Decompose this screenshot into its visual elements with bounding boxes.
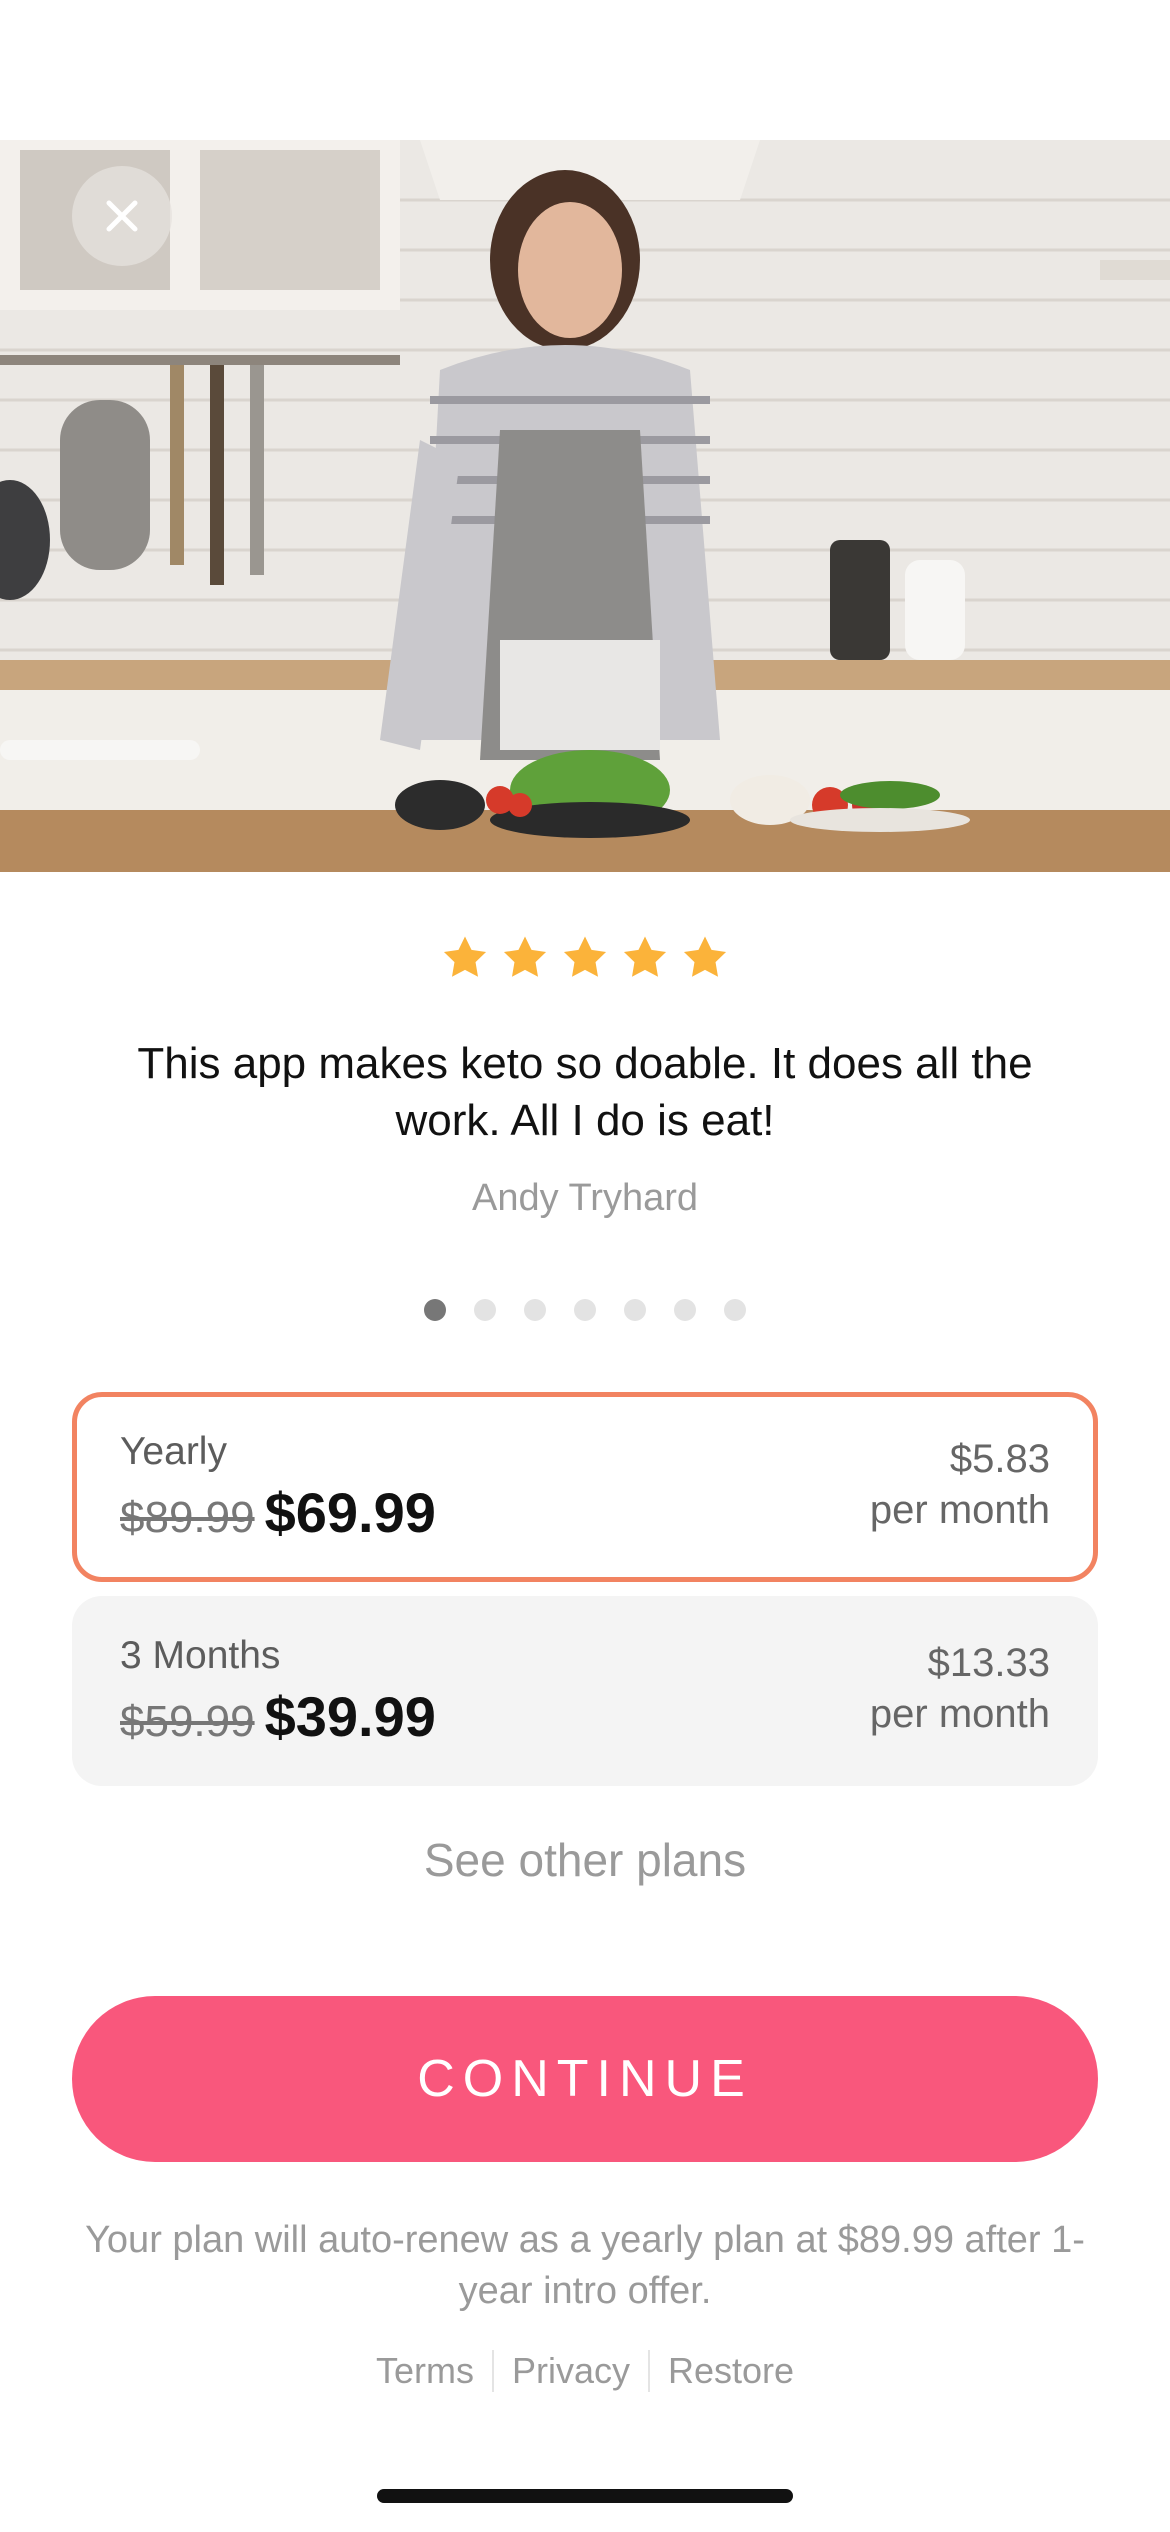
plan-price: $39.99 [264, 1685, 436, 1748]
hero-image [0, 140, 1170, 872]
plan-per-month-price: $5.83 [949, 1437, 1050, 1481]
close-button[interactable] [72, 166, 172, 266]
review-quote: This app makes keto so doable. It does a… [137, 1039, 1033, 1145]
star-icon [682, 935, 728, 979]
continue-button[interactable]: CONTINUE [72, 1996, 1098, 2162]
plan-option-3-months[interactable]: 3 Months $59.99 $39.99 $13.33 per month [72, 1596, 1098, 1786]
page-dot[interactable] [524, 1299, 546, 1321]
plan-name: 3 Months [120, 1634, 281, 1677]
page-dot[interactable] [624, 1299, 646, 1321]
rating-stars [0, 935, 1170, 979]
see-other-plans-link[interactable]: See other plans [0, 1833, 1170, 1887]
page-indicator [0, 1299, 1170, 1321]
page-dot[interactable] [724, 1299, 746, 1321]
footer-links: Terms Privacy Restore [0, 2350, 1170, 2392]
plan-prices: $89.99 $69.99 [120, 1480, 436, 1545]
plan-per-month-label: per month [869, 1488, 1050, 1532]
page-dot[interactable] [574, 1299, 596, 1321]
home-indicator [377, 2489, 793, 2503]
star-icon [502, 935, 548, 979]
plan-old-price: $59.99 [120, 1697, 255, 1746]
review-author: Andy Tryhard [472, 1177, 698, 1219]
plan-name: Yearly [120, 1430, 227, 1473]
star-icon [562, 935, 608, 979]
page-dot[interactable] [674, 1299, 696, 1321]
restore-link[interactable]: Restore [650, 2350, 812, 2392]
close-icon [106, 200, 138, 232]
page-dot[interactable] [424, 1299, 446, 1321]
plan-option-yearly[interactable]: Yearly $89.99 $69.99 $5.83 per month [72, 1392, 1098, 1582]
plan-per-month: $5.83 per month [870, 1434, 1050, 1536]
plan-prices: $59.99 $39.99 [120, 1684, 436, 1749]
plan-old-price: $89.99 [120, 1493, 255, 1542]
star-icon [622, 935, 668, 979]
plan-per-month-price: $13.33 [927, 1641, 1050, 1685]
terms-link[interactable]: Terms [358, 2350, 492, 2392]
privacy-link[interactable]: Privacy [494, 2350, 648, 2392]
plan-per-month-label: per month [869, 1692, 1050, 1736]
plan-price: $69.99 [264, 1481, 436, 1544]
star-icon [442, 935, 488, 979]
page-dot[interactable] [474, 1299, 496, 1321]
plan-per-month: $13.33 per month [870, 1638, 1050, 1740]
auto-renew-note: Your plan will auto-renew as a yearly pl… [85, 2219, 1085, 2312]
